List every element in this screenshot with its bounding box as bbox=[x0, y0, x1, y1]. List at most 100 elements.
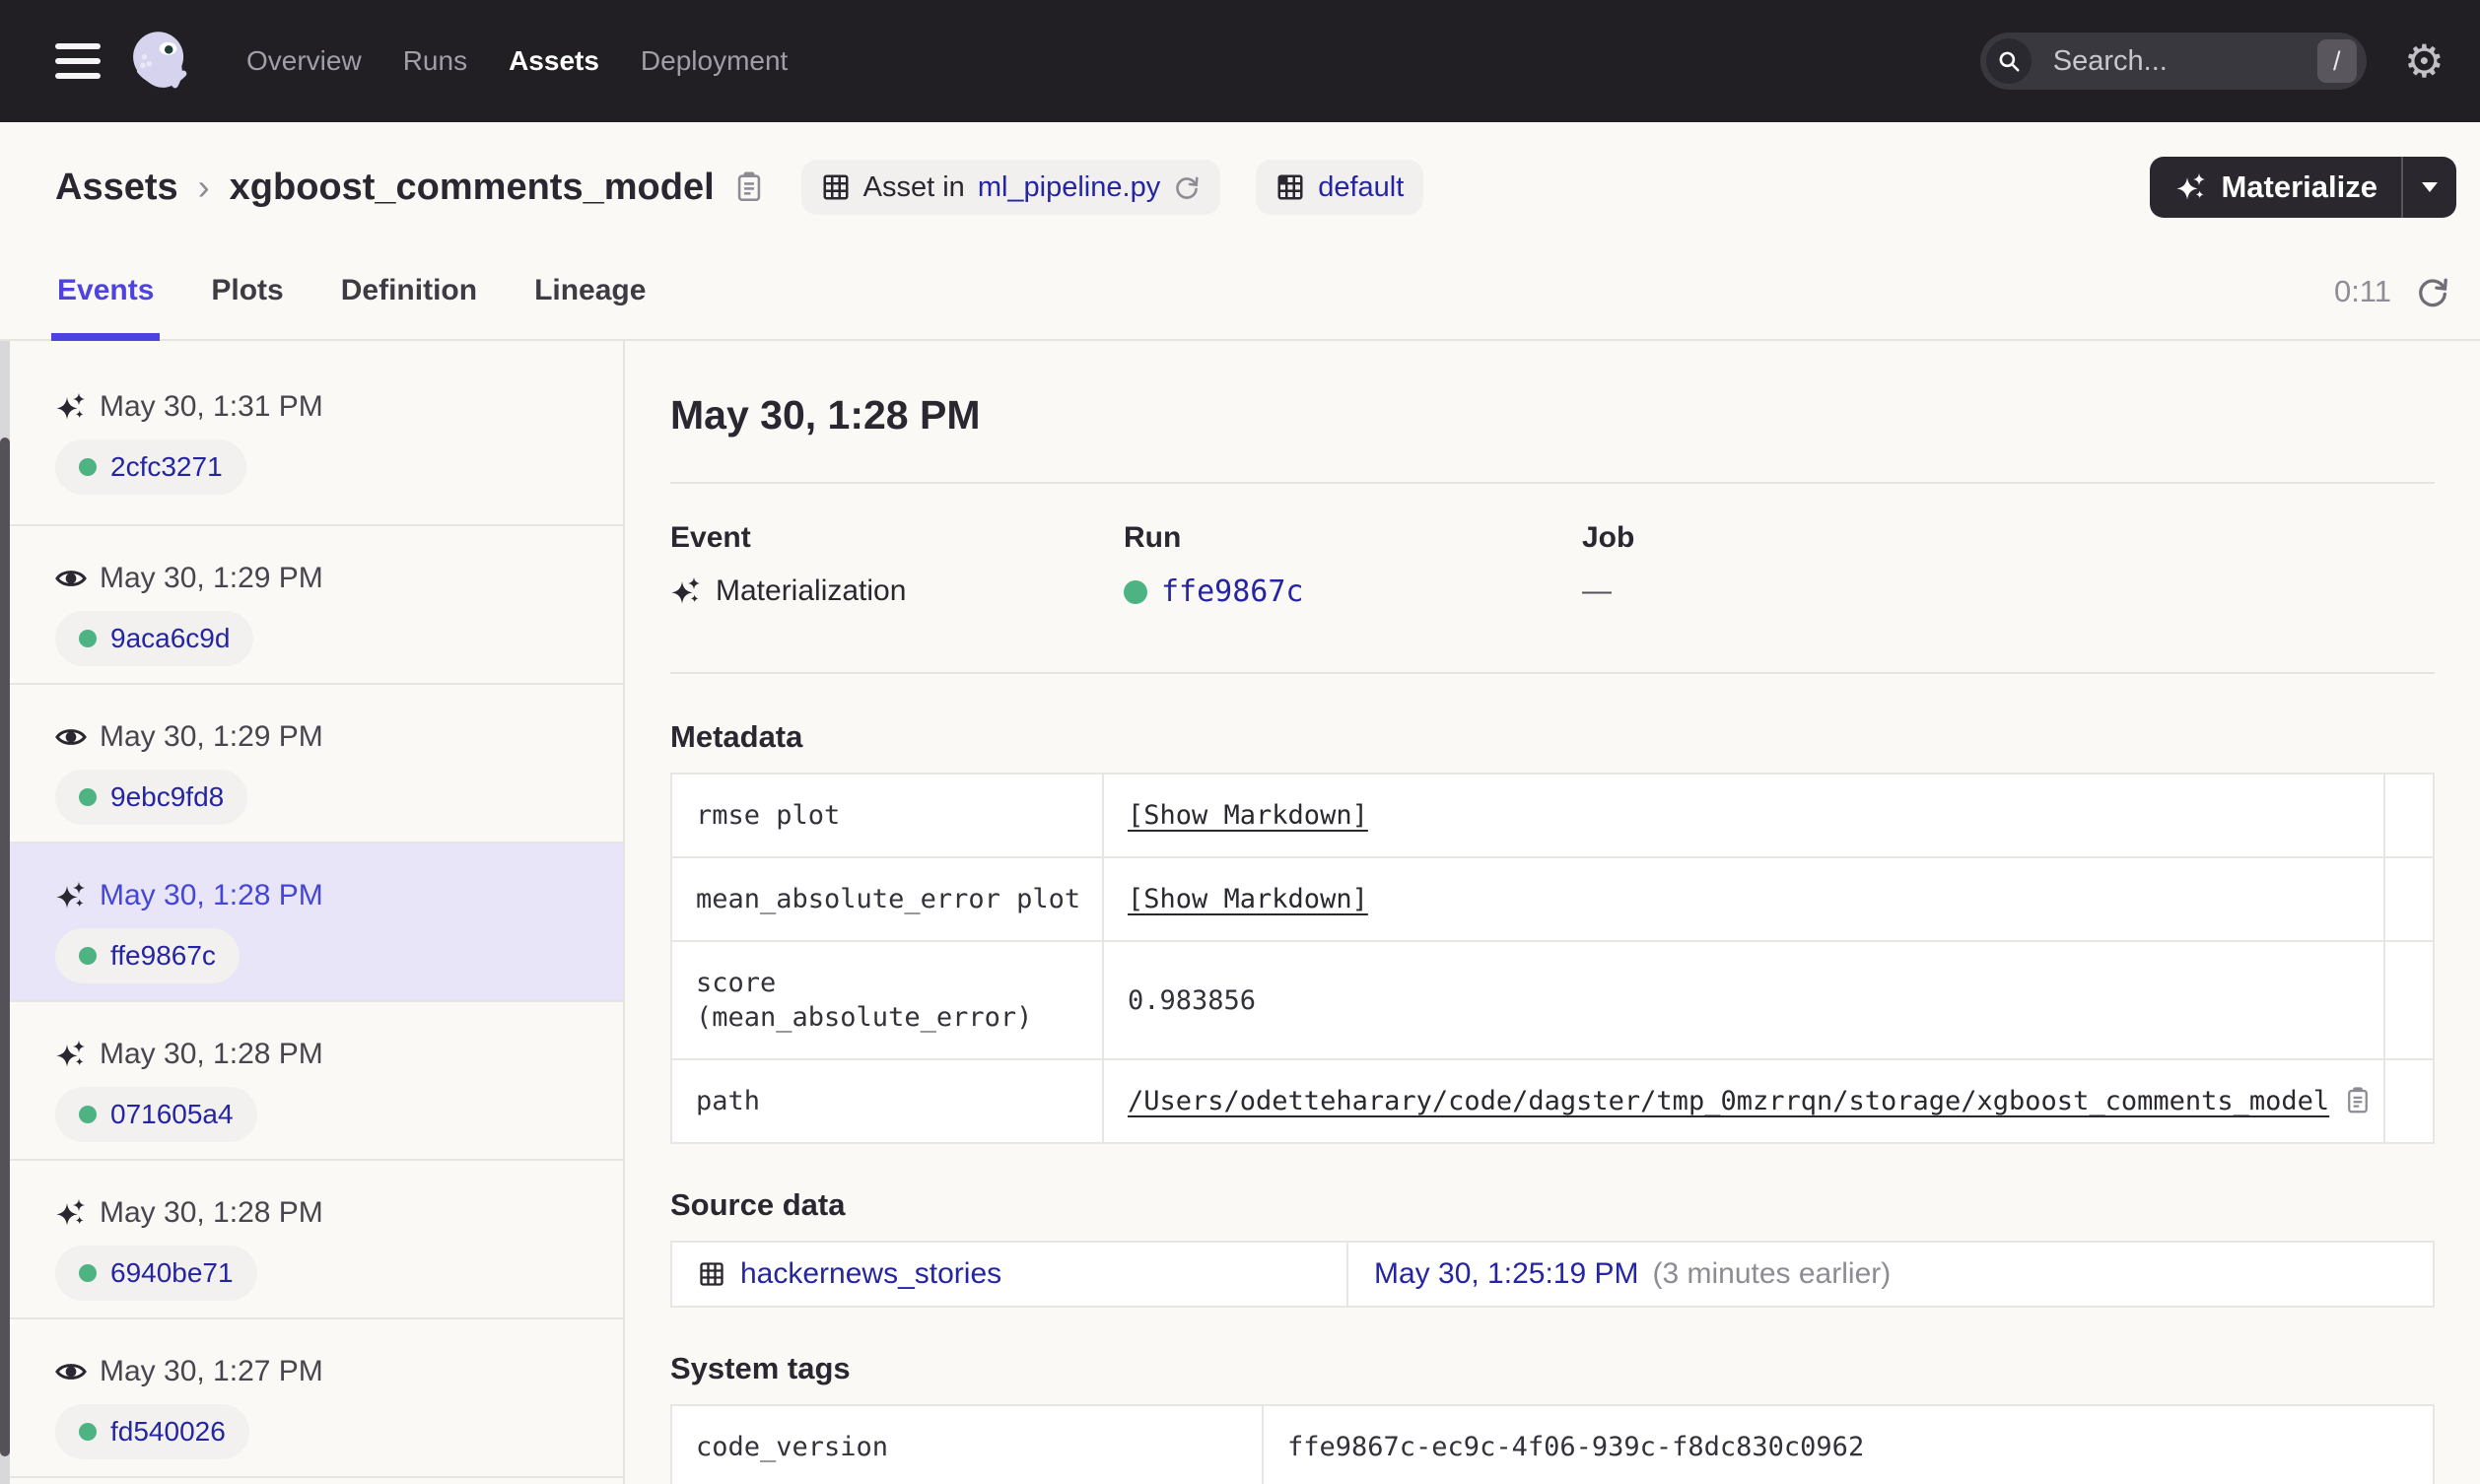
chevron-down-icon bbox=[2422, 182, 2438, 192]
event-head: May 30, 1:29 PM bbox=[55, 720, 623, 754]
asset-group-badge[interactable]: default bbox=[1256, 160, 1424, 215]
run-id-link[interactable]: 071605a4 bbox=[110, 1099, 234, 1130]
system-tag-row: code_version ffe9867c-ec9c-4f06-939c-f8d… bbox=[670, 1404, 2435, 1484]
nav-link[interactable]: Runs bbox=[403, 45, 467, 77]
run-id-pill[interactable]: fd540026 bbox=[55, 1404, 249, 1459]
metadata-row: path /Users/odetteharary/code/dagster/tm… bbox=[670, 1058, 2435, 1145]
event-list-item[interactable]: May 30, 1:28 PM 071605a4 bbox=[0, 1002, 623, 1161]
refresh-countdown: 0:11 bbox=[2333, 274, 2391, 308]
event-timestamp: May 30, 1:29 PM bbox=[100, 562, 323, 594]
search-input[interactable]: Search... / bbox=[1979, 33, 2367, 90]
event-head: May 30, 1:28 PM bbox=[55, 1038, 623, 1071]
tab[interactable]: Plots bbox=[205, 274, 289, 341]
scrollbar-thumb[interactable] bbox=[0, 438, 10, 1456]
content-area: May 30, 1:31 PM 2cfc3271 May 30, 1:29 PM bbox=[0, 341, 2480, 1484]
event-list-item[interactable]: May 30, 1:27 PM fd540026 bbox=[0, 1319, 623, 1478]
copy-asset-name-icon[interactable] bbox=[732, 170, 766, 204]
source-data-heading: Source data bbox=[670, 1187, 846, 1223]
tab[interactable]: Lineage bbox=[528, 274, 652, 341]
source-asset-link[interactable]: hackernews_stories bbox=[740, 1257, 1001, 1291]
reload-definitions-icon[interactable] bbox=[1173, 173, 1201, 201]
source-time-link[interactable]: May 30, 1:25:19 PM bbox=[1374, 1257, 1638, 1290]
tab[interactable]: Definition bbox=[335, 274, 483, 341]
metadata-key: path bbox=[670, 1058, 1104, 1145]
metadata-table: rmse plot [Show Markdown] mean_absolute_… bbox=[670, 772, 2435, 1145]
run-id-pill[interactable]: 071605a4 bbox=[55, 1087, 257, 1142]
metadata-heading: Metadata bbox=[670, 719, 803, 754]
search-icon[interactable] bbox=[1985, 38, 2032, 84]
menu-icon[interactable] bbox=[55, 43, 101, 79]
event-detail-panel: May 30, 1:28 PM Event Materialization Ru… bbox=[625, 341, 2480, 1484]
metadata-key: rmse plot bbox=[670, 772, 1104, 859]
event-list: May 30, 1:31 PM 2cfc3271 May 30, 1:29 PM bbox=[0, 341, 623, 1478]
run-id-pill[interactable]: 9aca6c9d bbox=[55, 611, 254, 666]
run-id-pill[interactable]: 6940be71 bbox=[55, 1246, 257, 1301]
run-status-dot bbox=[79, 1264, 97, 1282]
show-markdown-link[interactable]: [Show Markdown] bbox=[1128, 800, 1368, 831]
event-type-icon bbox=[55, 563, 87, 594]
event-list-item[interactable]: May 30, 1:29 PM 9ebc9fd8 bbox=[0, 685, 623, 843]
run-id-link[interactable]: ffe9867c bbox=[1161, 574, 1304, 609]
spacer-cell bbox=[2383, 1058, 2435, 1145]
system-tags-heading: System tags bbox=[670, 1351, 851, 1386]
materialize-button[interactable]: Materialize bbox=[2150, 157, 2456, 218]
event-type-icon bbox=[55, 721, 87, 753]
nav-link[interactable]: Assets bbox=[509, 45, 599, 77]
run-status-dot bbox=[79, 630, 97, 647]
nav-link[interactable]: Overview bbox=[246, 45, 362, 77]
event-timestamp: May 30, 1:31 PM bbox=[100, 390, 323, 423]
settings-gear-icon[interactable]: ⚙ bbox=[2404, 38, 2445, 84]
run-id-link[interactable]: 2cfc3271 bbox=[110, 451, 223, 483]
event-timestamp: May 30, 1:28 PM bbox=[100, 1196, 323, 1229]
source-data-table: hackernews_stories May 30, 1:25:19 PM (3 … bbox=[670, 1241, 2435, 1309]
system-tag-value: ffe9867c-ec9c-4f06-939c-f8dc830c0962 bbox=[1262, 1404, 2435, 1484]
top-nav: Overview Runs Assets Deployment Search..… bbox=[0, 0, 2480, 122]
event-list-item[interactable]: May 30, 1:29 PM 9aca6c9d bbox=[0, 526, 623, 685]
materialize-dropdown-caret[interactable] bbox=[2403, 157, 2456, 218]
event-type-value: Materialization bbox=[716, 574, 907, 607]
metadata-row: mean_absolute_error plot [Show Markdown] bbox=[670, 856, 2435, 943]
run-status-dot bbox=[79, 458, 97, 476]
event-timestamp: May 30, 1:27 PM bbox=[100, 1355, 323, 1387]
event-list-item[interactable]: May 30, 1:28 PM 6940be71 bbox=[0, 1161, 623, 1319]
job-value: — bbox=[1582, 574, 1612, 607]
copy-path-icon[interactable] bbox=[2343, 1086, 2373, 1115]
event-list-item[interactable]: May 30, 1:31 PM 2cfc3271 bbox=[0, 341, 623, 526]
refresh-icon[interactable] bbox=[2415, 274, 2450, 309]
run-id-pill[interactable]: 2cfc3271 bbox=[55, 439, 246, 495]
nav-link[interactable]: Deployment bbox=[641, 45, 788, 77]
run-id-link[interactable]: 6940be71 bbox=[110, 1257, 234, 1289]
event-timestamp: May 30, 1:28 PM bbox=[100, 1038, 323, 1070]
event-type-icon bbox=[55, 1039, 87, 1070]
dagster-logo[interactable] bbox=[126, 28, 193, 95]
run-id-link[interactable]: 9ebc9fd8 bbox=[110, 781, 224, 813]
run-id-pill[interactable]: ffe9867c bbox=[55, 928, 240, 983]
table-grid-icon bbox=[700, 1262, 723, 1287]
pipeline-file-link[interactable]: ml_pipeline.py bbox=[978, 171, 1160, 204]
run-status-dot bbox=[79, 1423, 97, 1441]
event-type-icon bbox=[55, 880, 87, 911]
asset-group-icon bbox=[1277, 174, 1303, 200]
materialize-label: Materialize bbox=[2221, 169, 2377, 204]
event-head: May 30, 1:31 PM bbox=[55, 390, 623, 424]
metadata-path: /Users/odetteharary/code/dagster/tmp_0mz… bbox=[1128, 1086, 2373, 1116]
source-time-note: (3 minutes earlier) bbox=[1652, 1257, 1892, 1291]
asset-name-title: xgboost_comments_model bbox=[229, 166, 715, 208]
sidebar-scrollbar[interactable] bbox=[0, 341, 10, 1484]
event-list-item[interactable]: May 30, 1:28 PM ffe9867c bbox=[0, 843, 623, 1002]
breadcrumb-assets-link[interactable]: Assets bbox=[55, 167, 178, 209]
path-link[interactable]: /Users/odetteharary/code/dagster/tmp_0mz… bbox=[1128, 1086, 2329, 1116]
system-tags-table: code_version ffe9867c-ec9c-4f06-939c-f8d… bbox=[670, 1404, 2435, 1484]
event-detail-title: May 30, 1:28 PM bbox=[670, 392, 981, 438]
asset-group-link[interactable]: default bbox=[1318, 171, 1404, 204]
run-id-link[interactable]: 9aca6c9d bbox=[110, 623, 230, 654]
show-markdown-link[interactable]: [Show Markdown] bbox=[1128, 884, 1368, 914]
asset-definition-badge[interactable]: Asset in ml_pipeline.py bbox=[800, 160, 1221, 215]
breadcrumb-chevron: › bbox=[197, 167, 210, 207]
event-column-header: Event bbox=[670, 521, 751, 554]
run-id-link[interactable]: ffe9867c bbox=[110, 940, 216, 972]
event-list-sidebar: May 30, 1:31 PM 2cfc3271 May 30, 1:29 PM bbox=[0, 341, 625, 1484]
run-id-pill[interactable]: 9ebc9fd8 bbox=[55, 770, 248, 825]
run-id-link[interactable]: fd540026 bbox=[110, 1416, 226, 1448]
tab[interactable]: Events bbox=[51, 274, 161, 341]
